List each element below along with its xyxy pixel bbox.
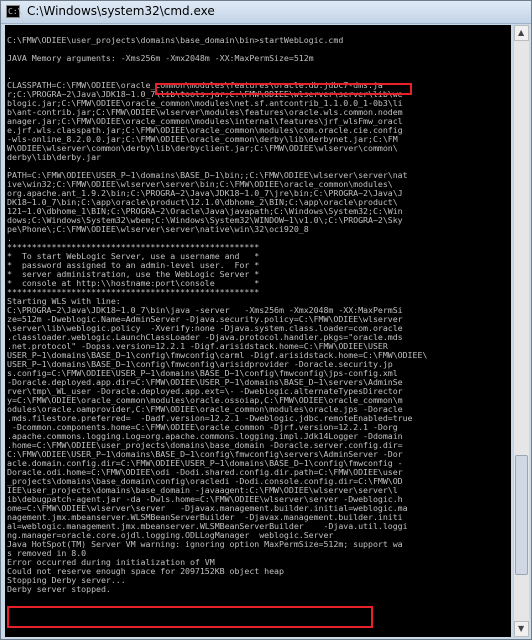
console-line: .apache.commons.logging.Log=org.apache.c… xyxy=(7,432,403,441)
console-line: ****************************************… xyxy=(7,243,260,252)
console-line: Starting WLS with line: xyxy=(7,297,121,306)
console-line: .classloader.weblogic.LaunchClassLoader … xyxy=(7,333,403,342)
command-prompt-icon: C:\ xyxy=(6,5,23,18)
console-line: ****************************************… xyxy=(7,288,260,297)
arrow-down-icon: ▼ xyxy=(518,624,525,633)
console-line: .mds.filestore.preferred= -Dadf.version=… xyxy=(7,414,413,423)
console-line: derby\lib\derby.jar xyxy=(7,153,101,162)
console-line: acle.domain.config.dir=C:\FMW\ODIEE\USER… xyxy=(7,459,403,468)
title-bar[interactable]: C:\ C:\Windows\system32\cmd.exe xyxy=(1,1,531,24)
console-line: Could not reserve enough space for 20971… xyxy=(7,567,284,576)
scroll-down-button[interactable]: ▼ xyxy=(514,621,529,637)
console-line: blogic.jar;C:\FMW\ODIEE\oracle_common\mo… xyxy=(7,99,403,108)
console-line: C:\FMW\ODIEE\USER_P~1\domains\BASE_D~1\c… xyxy=(7,450,403,459)
console-line: USER_P~1\domains\BASE_D~1\config\fmwconf… xyxy=(7,351,428,360)
console-line: \server\lib\weblogic.policy -Xverify:non… xyxy=(7,324,403,333)
console-line: pe\Phone\;C:\FMW\ODIEE\wlserver\server\n… xyxy=(7,225,309,234)
memory-arguments-highlight xyxy=(155,83,412,95)
vertical-scrollbar[interactable]: ▲ ▼ xyxy=(513,25,529,637)
console-line: al=weblogic.management.jmx.mbeanserver.W… xyxy=(7,522,408,531)
console-line: C:\FMW\ODIEE\user_projects\domains\base_… xyxy=(7,36,344,45)
console-line: e.jrf.wls.classpath.jar;C:\FMW\ODIEE\ora… xyxy=(7,126,403,135)
console-line: odules\oracle.oamprovider,C:\FMW\ODIEE\o… xyxy=(7,405,403,414)
console-line: _projects\domains\base_domain\config\ora… xyxy=(7,477,403,486)
error-message-highlight xyxy=(7,606,373,628)
console-line: anager.jar;C:\FMW\ODIEE\oracle_common\mo… xyxy=(7,117,403,126)
console-line: * server administration, use the WebLogi… xyxy=(7,270,260,279)
console-line: -Dcommon.components.home=C:\FMW\ODIEE\or… xyxy=(7,423,398,432)
window-title: C:\Windows\system32\cmd.exe xyxy=(27,4,215,18)
console-line: ive\win32;C:\FMW\ODIEE\wlserver\server\b… xyxy=(7,180,393,189)
cmd-window: C:\ C:\Windows\system32\cmd.exe C:\FMW\O… xyxy=(0,0,532,640)
arrow-up-icon: ▲ xyxy=(518,28,525,37)
scroll-thumb[interactable] xyxy=(515,455,528,575)
console-line: JAVA Memory arguments: -Xms256m -Xmx2048… xyxy=(7,54,314,63)
console-line: s removed in 8.0 xyxy=(7,549,87,558)
console-line: IEE\user_projects\domains\base_domain -j… xyxy=(7,486,398,495)
console-line: nagement.jmx.mbeanserver.WLSMBeanServerB… xyxy=(7,513,403,522)
console-line: Stopping Derby server... xyxy=(7,576,126,585)
console-output[interactable]: C:\FMW\ODIEE\user_projects\domains\base_… xyxy=(5,25,511,637)
console-line: .net.protocol" -Dopss.version=12.2.1 -Di… xyxy=(7,342,388,351)
console-line: ome=C:\FMW\ODIEE\wlserver\server -Djavax… xyxy=(7,504,408,513)
console-line: * console at http:\\hostname:port\consol… xyxy=(7,279,260,288)
console-line: . xyxy=(7,234,12,243)
console-line: s.config=C:\FMW\ODIEE\USER_P~1\domains\B… xyxy=(7,369,398,378)
console-line: DK18~1.0_7\bin;C:\app\oracle\product\12.… xyxy=(7,198,398,207)
console-line: ze=512m -Dweblogic.Name=AdminServer -Dja… xyxy=(7,315,403,324)
console-line: dows;C:\Windows\System32\wbem;C:\Windows… xyxy=(7,216,403,225)
console-line: Doracle.odi.home=C:\FMW\ODIEE\odi -Dodi.… xyxy=(7,468,403,477)
console-line: org.apache.ant_1.9.2\bin;C:\PROGRA~2\Jav… xyxy=(7,189,403,198)
console-line: PATH=C:\FMW\ODIEE\USER_P~1\domains\BASE_… xyxy=(7,171,408,180)
console-line: ib\debugpatch-agent.jar -da -Dwls.home=C… xyxy=(7,495,403,504)
console-line: . xyxy=(7,162,12,171)
console-line: USER_P~1\domains\BASE_D~1\config\fmwconf… xyxy=(7,360,393,369)
console-line: * To start WebLogic Server, use a userna… xyxy=(7,252,260,261)
console-line: Error occurred during initialization of … xyxy=(7,558,215,567)
console-line: y=C:\FMW\ODIEE\oracle_common\modules\ora… xyxy=(7,396,403,405)
scroll-up-button[interactable]: ▲ xyxy=(514,25,529,41)
console-line: b\ant-contrib.jar;C:\FMW\ODIEE\wlserver\… xyxy=(7,108,403,117)
console-line: Derby server stopped. xyxy=(7,585,111,594)
console-lines: C:\FMW\ODIEE\user_projects\domains\base_… xyxy=(7,27,511,594)
console-line: . xyxy=(7,72,12,81)
console-line: ng.manager=oracle.core.ojdl.logging.ODLL… xyxy=(7,531,334,540)
console-line: rver\tmp\_WL_user -Doracle.deployed.app.… xyxy=(7,387,403,396)
console-line: -Doracle.deployed.app.dir=C:\FMW\ODIEE\U… xyxy=(7,378,403,387)
console-line: .home=C:\FMW\ODIEE\user_projects\domains… xyxy=(7,441,403,450)
console-line: * password assigned to an admin-level us… xyxy=(7,261,260,270)
console-line: -wls-online_8.2.0.0.jar;C:\FMW\ODIEE\ora… xyxy=(7,135,398,144)
console-line: 121~1.0\dbhome_1\BIN;C:\PROGRA~2\Oracle\… xyxy=(7,207,403,216)
console-line: Java HotSpot(TM) Server VM warning: igno… xyxy=(7,540,403,549)
console-line: C:\PROGRA~2\Java\JDK18~1.0_7\bin\java -s… xyxy=(7,306,403,315)
console-line: W\ODIEE\wlserver\common\derby\lib\derbyc… xyxy=(7,144,398,153)
